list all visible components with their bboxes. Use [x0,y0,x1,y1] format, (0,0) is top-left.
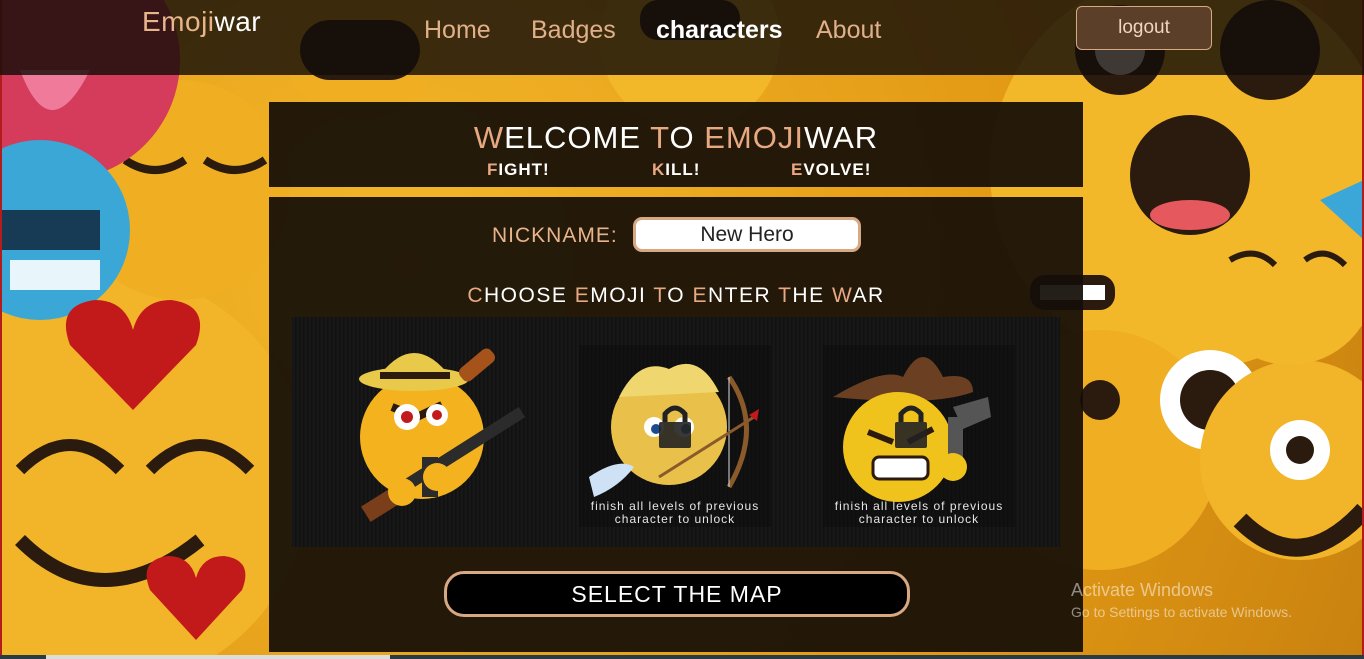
slogan-letter: K [652,160,666,179]
welcome-title: WELCOME TO EMOJIWAR [269,120,1083,156]
unlock-hint-line2: character to unlock [614,512,736,526]
brand-part-2: war [214,6,262,37]
heading-letter: E [574,284,591,307]
character-select-panel: NICKNAME: CHOOSE EMOJI TO ENTER THE WAR [269,197,1083,652]
unlock-hint: finish all levels of previous character … [823,500,1015,526]
title-letter: W [473,120,505,155]
character-card-cupid[interactable]: finish all levels of previous character … [579,317,771,547]
slogan-text: VOLVE! [803,160,872,179]
slogan-text: ILL! [665,160,701,179]
nav-about[interactable]: About [816,16,881,45]
slogan-kill: KILL! [652,160,700,180]
nav-characters[interactable]: characters [656,16,782,45]
logout-button[interactable]: logout [1076,6,1212,50]
heading-letter: C [467,284,484,307]
heading-text: HOOSE [484,284,575,307]
heading-text: O [667,284,693,307]
slogan-letter: F [487,160,499,179]
title-text: WAR [803,120,879,155]
title-text: ELCOME [504,120,651,155]
heading-text: NTER [707,284,779,307]
title-letter: T [650,120,670,155]
gangster-emoji-icon [359,348,526,522]
slogan-letter: E [791,160,804,179]
choose-heading: CHOOSE EMOJI TO ENTER THE WAR [269,284,1083,308]
character-card-cowboy[interactable]: finish all levels of previous character … [823,317,1015,547]
heading-letter: W [831,284,853,307]
activation-watermark-subtitle: Go to Settings to activate Windows. [1071,604,1292,620]
slogan-evolve: EVOLVE! [791,160,871,180]
horizontal-scrollbar-thumb[interactable] [46,655,390,659]
slogan-text: IGHT! [498,160,550,179]
heading-text: AR [852,284,885,307]
title-text: O [669,120,705,155]
title-letter: E [704,120,726,155]
brand-part-1: Emoji [142,6,215,37]
character-card-gangster[interactable] [332,317,532,547]
activation-watermark-title: Activate Windows [1071,580,1214,600]
heading-text: MOJI [590,284,654,307]
heading-letter: T [653,284,668,307]
lock-icon [895,405,927,448]
heading-text: HE [792,284,832,307]
heading-letter: E [692,284,708,307]
brand-logo[interactable]: Emojiwar [142,6,261,38]
unlock-hint-line2: character to unlock [858,512,980,526]
nickname-label: NICKNAME: [492,224,618,247]
title-text: MOJI [725,120,804,155]
nav-home[interactable]: Home [424,16,491,45]
heading-letter: T [778,284,793,307]
nav-badges[interactable]: Badges [531,16,616,45]
unlock-hint: finish all levels of previous character … [579,500,771,526]
welcome-panel: WELCOME TO EMOJIWAR FIGHT! KILL! EVOLVE! [269,102,1083,187]
nickname-input[interactable] [633,217,861,252]
lock-icon [659,405,691,448]
slogan-fight: FIGHT! [487,160,550,180]
navbar: Emojiwar Home Badges characters About lo… [0,0,1364,75]
select-map-button[interactable]: SELECT THE MAP [444,571,910,617]
character-gallery: finish all levels of previous character … [292,317,1060,547]
